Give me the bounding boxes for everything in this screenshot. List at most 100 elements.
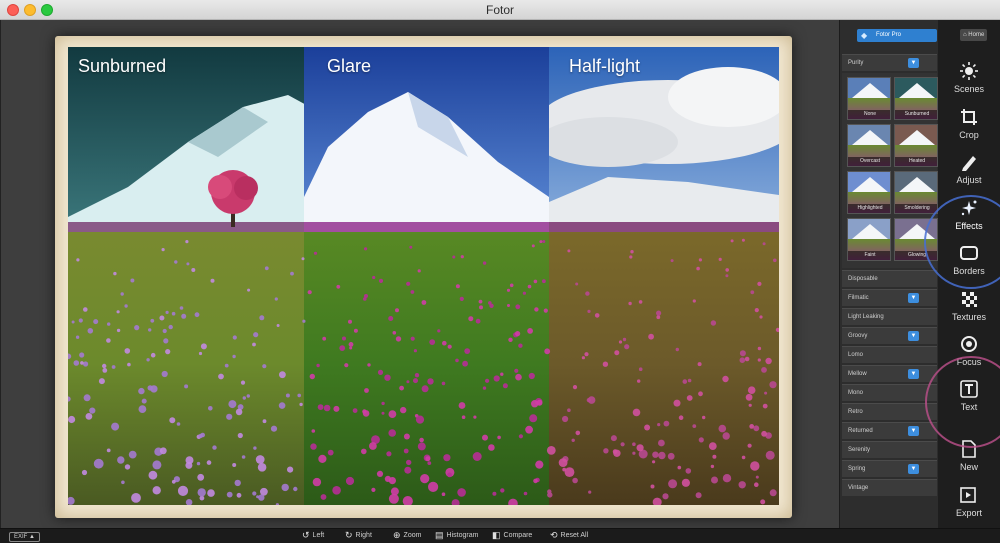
tool-sidebar: ⌂ Home Scenes Crop Adjust Effects Borders Tex… [938, 20, 1000, 528]
effect-category-list: Disposable Filmatic ▼ Light Leaking Groovy ▼ L… [842, 270, 937, 496]
pencil-icon [958, 151, 980, 173]
tool-label: Adjust [956, 175, 982, 185]
effect-thumbnail[interactable]: Overcast [847, 124, 891, 167]
editor-canvas: Sunburned Glare Half-light [0, 20, 839, 528]
zoom-button[interactable]: ⊕ Zoom [393, 531, 421, 540]
tool-label: Crop [959, 130, 979, 140]
effect-thumbnail-grid: None Sunburned Overcast Heated Highlighted Sm… [842, 73, 938, 268]
effect-category-label: Light Leaking [848, 314, 884, 320]
effect-thumbnail-label: Sunburned [895, 110, 937, 119]
new-document-icon [958, 438, 980, 460]
effect-category-label: Filmatic [848, 295, 869, 301]
effect-thumbnail[interactable]: Sunburned [894, 77, 938, 120]
fotor-window: Fotor Sunburned Glare Half-light ◆ Fotor… [0, 0, 1000, 543]
photo-frame: Sunburned Glare Half-light [55, 36, 792, 518]
home-button[interactable]: ⌂ Home [960, 29, 988, 41]
effect-category-label: Mellow [848, 371, 867, 377]
chevron-down-icon[interactable]: ▼ [908, 464, 919, 474]
tool-text[interactable]: Text [938, 378, 1000, 412]
tool-scenes[interactable]: Scenes [938, 60, 1000, 94]
effect-thumbnail-label: Heated [895, 157, 937, 166]
bottom-toolbar: EXIF ▲ ↺ Left ↻ Right ⊕ Zoom ▤ Histogram ◧ Compar… [0, 528, 1000, 543]
tool-effects[interactable]: Effects [938, 197, 1000, 231]
window-title: Fotor [485, 3, 514, 17]
tool-label: Export [955, 508, 982, 518]
chevron-down-icon[interactable]: ▼ [908, 369, 919, 379]
effect-category-label: Spring [848, 466, 866, 472]
diamond-icon: ◆ [861, 31, 868, 40]
chevron-down-icon[interactable]: ▼ [908, 331, 919, 341]
text-icon [958, 378, 980, 400]
effect-category-purity[interactable]: Purity ▼ [842, 54, 937, 71]
effect-category-label: Returned [848, 428, 873, 434]
toolbar-item-label: Zoom [403, 532, 422, 539]
effects-list: Purity ▼ None Sunburned Overcast Heated High… [842, 54, 938, 498]
right-button[interactable]: ↻ Right [345, 531, 372, 540]
toolbar-item-label: Reset All [560, 532, 589, 539]
landscape-photo [68, 47, 779, 505]
rotate-left-icon: ↺ [302, 530, 310, 540]
effect-thumbnail[interactable]: Glowing [894, 218, 938, 261]
checker-icon [958, 288, 980, 310]
left-button[interactable]: ↺ Left [302, 531, 324, 540]
border-icon [958, 242, 980, 264]
tool-crop[interactable]: Crop [938, 106, 1000, 140]
toolbar-item-label: Left [312, 532, 325, 539]
exif-button[interactable]: EXIF ▲ [9, 532, 40, 542]
home-label: Home [968, 32, 985, 38]
effect-category-lomo[interactable]: Lomo [842, 346, 937, 363]
tool-label: Textures [951, 312, 986, 322]
sun-icon [958, 60, 980, 82]
effect-thumbnail[interactable]: Highlighted [847, 171, 891, 214]
fotor-pro-label: Fotor Pro [876, 32, 902, 38]
histogram-button[interactable]: ▤ Histogram [435, 531, 478, 540]
tool-textures[interactable]: Textures [938, 288, 1000, 322]
panel-label-half-light: Half-light [569, 56, 641, 76]
tool-label: Focus [956, 357, 982, 367]
effect-category-mellow[interactable]: Mellow ▼ [842, 365, 937, 382]
tool-label: Effects [955, 221, 983, 231]
effect-thumbnail-label: Overcast [848, 157, 890, 166]
effect-thumbnail[interactable]: Smoldering [894, 171, 938, 214]
tool-borders[interactable]: Borders [938, 242, 1000, 276]
effect-thumbnail[interactable]: None [847, 77, 891, 120]
effect-category-vintage[interactable]: Vintage [842, 479, 937, 496]
effect-category-groovy[interactable]: Groovy ▼ [842, 327, 937, 344]
toolbar-item-label: Right [355, 532, 372, 539]
zoom-icon: ⊕ [393, 530, 401, 540]
photo-preview: Sunburned Glare Half-light [68, 47, 779, 505]
effect-category-disposable[interactable]: Disposable [842, 270, 937, 287]
effect-thumbnail[interactable]: Faint [847, 218, 891, 261]
effect-category-label: Purity [848, 60, 864, 66]
effect-thumbnail-label: Glowing [895, 251, 937, 260]
fotor-pro-button[interactable]: ◆ Fotor Pro [857, 29, 937, 42]
chevron-down-icon[interactable]: ▼ [908, 58, 919, 68]
effect-category-spring[interactable]: Spring ▼ [842, 460, 937, 477]
effect-category-label: Lomo [848, 352, 864, 358]
effect-category-filmatic[interactable]: Filmatic ▼ [842, 289, 937, 306]
export-icon [958, 484, 980, 506]
tool-export[interactable]: Export [938, 484, 1000, 518]
effect-thumbnail[interactable]: Heated [894, 124, 938, 167]
effect-category-returned[interactable]: Returned ▼ [842, 422, 937, 439]
reset-all-button[interactable]: ⟲ Reset All [550, 531, 588, 540]
effect-category-retro[interactable]: Retro [842, 403, 937, 420]
tool-adjust[interactable]: Adjust [938, 151, 1000, 185]
effect-category-label: Groovy [848, 333, 868, 339]
effect-thumbnail-label: Smoldering [895, 204, 937, 213]
focus-icon [958, 333, 980, 355]
reset-icon: ⟲ [550, 530, 558, 540]
rotate-right-icon: ↻ [345, 530, 353, 540]
tool-new[interactable]: New [938, 438, 1000, 472]
effect-thumbnail-label: None [848, 110, 890, 119]
panel-label-glare: Glare [327, 56, 372, 76]
histogram-icon: ▤ [435, 530, 444, 540]
chevron-down-icon[interactable]: ▼ [908, 426, 919, 436]
compare-button[interactable]: ◧ Compare [492, 531, 532, 540]
compare-icon: ◧ [492, 530, 501, 540]
effect-category-light-leaking[interactable]: Light Leaking [842, 308, 937, 325]
effect-category-mono[interactable]: Mono [842, 384, 937, 401]
tool-focus[interactable]: Focus [938, 333, 1000, 367]
chevron-down-icon[interactable]: ▼ [908, 293, 919, 303]
effect-category-serenity[interactable]: Serenity [842, 441, 937, 458]
